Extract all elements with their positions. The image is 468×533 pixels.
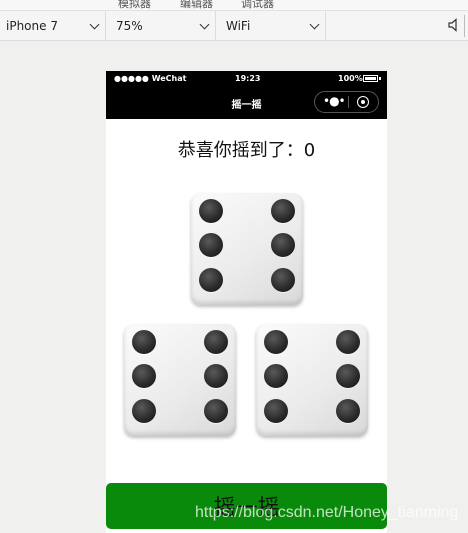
simulator-toolbar: iPhone 7 75% WiFi [0, 10, 468, 41]
dice-pip [271, 268, 295, 292]
capsule-divider [348, 96, 349, 108]
battery-tip [379, 77, 381, 80]
signal-carrier: ●●●●● WeChat [114, 74, 187, 83]
chevron-down-icon [309, 19, 320, 30]
dice-pip [204, 399, 228, 423]
more-icon[interactable]: •●• [323, 95, 346, 108]
devtools-top-strip: 模拟器 编辑器 调试器 [0, 0, 468, 10]
dice-pip [271, 199, 295, 223]
dice-pip [264, 330, 288, 354]
watermark-text: https://blog.csdn.net/Honey_tianming [195, 504, 459, 521]
status-time: 19:23 [235, 74, 261, 83]
dice-pip [132, 330, 156, 354]
nav-bar: 摇一摇 •●• [106, 87, 387, 119]
dice-pip [204, 330, 228, 354]
device-select-label: iPhone 7 [6, 18, 58, 33]
zoom-select[interactable]: 75% [106, 11, 216, 40]
close-miniprogram-icon[interactable] [357, 96, 369, 108]
tab-debugger[interactable]: 调试器 [241, 0, 274, 10]
toolbar-divider [464, 15, 465, 37]
battery-percent: 100% [338, 74, 363, 83]
tab-simulator[interactable]: 模拟器 [118, 0, 151, 10]
speaker-icon[interactable] [448, 18, 460, 32]
dice-pip [199, 199, 223, 223]
result-text: 恭喜你摇到了：0 [177, 140, 316, 161]
dice-pip [132, 364, 156, 388]
device-select[interactable]: iPhone 7 [0, 11, 106, 40]
status-bar: ●●●●● WeChat 19:23 100% [106, 71, 387, 87]
dice-pip [204, 364, 228, 388]
dice-2 [124, 324, 236, 436]
dice-1 [191, 193, 303, 305]
network-select-label: WiFi [226, 18, 251, 33]
phone-screen: ●●●●● WeChat 19:23 100% 摇一摇 •●• 恭喜你摇到了：0… [106, 71, 387, 533]
tab-editor[interactable]: 编辑器 [180, 0, 213, 10]
dice-pip [336, 364, 360, 388]
battery-icon [363, 75, 378, 82]
dice-pip [264, 399, 288, 423]
menu-capsule: •●• [314, 91, 379, 113]
chevron-down-icon [199, 19, 210, 30]
network-select[interactable]: WiFi [216, 11, 326, 40]
zoom-select-label: 75% [116, 18, 143, 33]
dice-pip [264, 364, 288, 388]
dice-pip [199, 233, 223, 257]
dice-pip [199, 268, 223, 292]
dice-pip [271, 233, 295, 257]
dice-pip [336, 399, 360, 423]
chevron-down-icon [89, 19, 100, 30]
dice-pip [336, 330, 360, 354]
dice-pip [132, 399, 156, 423]
dice-3 [256, 324, 368, 436]
